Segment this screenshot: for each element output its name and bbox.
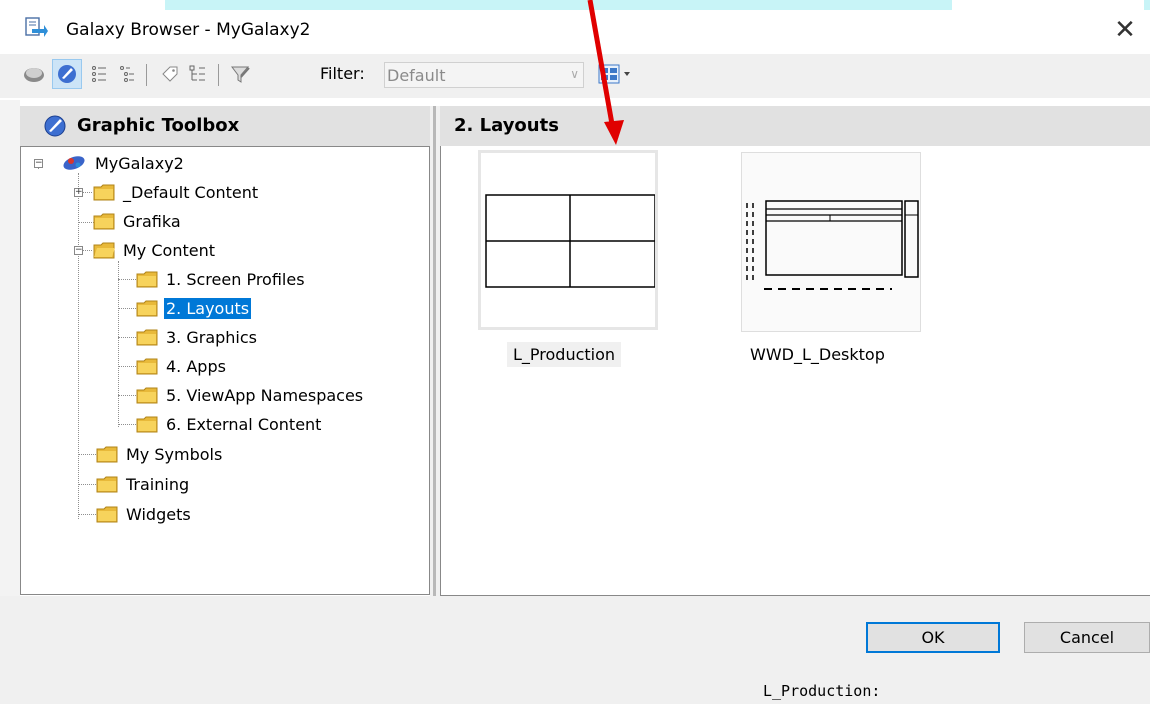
tree-item-label: 6. External Content: [166, 414, 322, 434]
filter-label: Filter:: [320, 64, 365, 83]
folder-icon: [93, 184, 115, 200]
detail-view-icon[interactable]: [116, 62, 140, 86]
layout-grid-icon: [485, 194, 656, 288]
tree-item-label: 1. Screen Profiles: [166, 269, 305, 289]
tree-connector: [78, 514, 96, 515]
galaxy-icon[interactable]: [22, 62, 46, 86]
tree-item-external-content[interactable]: 6. External Content: [136, 411, 323, 437]
galaxy-icon: [63, 156, 85, 170]
tree-item-label: Widgets: [126, 504, 191, 524]
folder-icon: [136, 271, 158, 287]
tree-item-mygalaxy2[interactable]: MyGalaxy2: [61, 150, 186, 176]
folder-icon: [136, 358, 158, 374]
tree-connector: [78, 173, 79, 519]
tree-connector: [78, 454, 96, 455]
filter-icon[interactable]: [228, 62, 252, 86]
folder-open-icon: [93, 242, 115, 258]
content-title: 2. Layouts: [454, 115, 559, 136]
tree-item-label: 3. Graphics: [166, 327, 258, 347]
folder-icon: [93, 213, 115, 229]
tree-item-my-content[interactable]: My Content: [93, 237, 217, 263]
toolbar: Filter: Default ∨: [0, 54, 1150, 98]
tree-connector: [118, 424, 136, 425]
layout-caption: WWD_L_Desktop: [750, 345, 885, 364]
galaxy-tree: − + − MyGalaxy2 _Default Content Grafika…: [20, 146, 430, 595]
tree-connector: [118, 337, 136, 338]
toolbar-separator: [146, 64, 147, 86]
title-bar: Galaxy Browser - MyGalaxy2 ✕: [0, 10, 1150, 52]
tree-item-layouts[interactable]: 2. Layouts: [136, 295, 252, 321]
content-view: L_Production WWD_L_Desktop: [440, 146, 1150, 596]
layout-thumbnail-l-production[interactable]: [478, 150, 658, 330]
background-band-right: [1144, 0, 1150, 10]
graphic-toolbox-icon: [44, 115, 66, 137]
folder-icon: [136, 329, 158, 345]
desktop-layout-icon: [746, 200, 919, 290]
folder-icon: [136, 416, 158, 432]
window-title: Galaxy Browser - MyGalaxy2: [66, 20, 311, 40]
tree-item-label: Training: [126, 474, 190, 494]
ok-button[interactable]: OK: [866, 622, 1000, 653]
tree-connector: [118, 261, 119, 427]
close-button[interactable]: ✕: [1108, 13, 1142, 47]
graphic-toolbox-title: Graphic Toolbox: [77, 115, 240, 136]
tree-connector: [118, 366, 136, 367]
tree-item-label: 5. ViewApp Namespaces: [166, 385, 364, 405]
galaxy-browser-app-icon: [25, 17, 48, 37]
tag-icon[interactable]: [158, 62, 182, 86]
panel-splitter[interactable]: [430, 106, 440, 596]
tree-item-training[interactable]: Training: [96, 471, 191, 497]
tree-item-graphics[interactable]: 3. Graphics: [136, 324, 259, 350]
tree-item-default-content[interactable]: _Default Content: [93, 179, 260, 205]
tree-connector: [118, 308, 136, 309]
folder-icon: [96, 476, 118, 492]
splitter-grip: [433, 106, 436, 596]
tree-connector: [78, 484, 96, 485]
cancel-button[interactable]: Cancel: [1024, 622, 1150, 653]
list-view-icon[interactable]: [88, 62, 112, 86]
close-icon: ✕: [1114, 15, 1136, 45]
tree-item-label: Grafika: [123, 211, 181, 231]
folder-icon: [96, 506, 118, 522]
folder-icon: [136, 387, 158, 403]
tree-item-apps[interactable]: 4. Apps: [136, 353, 228, 379]
collapse-toggle[interactable]: −: [74, 246, 83, 255]
layout-thumbnail-wwd-l-desktop[interactable]: [741, 152, 921, 332]
background-band: [165, 0, 952, 10]
tree-item-label: _Default Content: [123, 182, 259, 202]
graphic-toolbox-icon[interactable]: [52, 59, 82, 89]
tree-connector: [118, 279, 136, 280]
tree-item-label: 2. Layouts: [164, 297, 252, 319]
tree-connector: [118, 395, 136, 396]
tree-item-viewapp-namespaces[interactable]: 5. ViewApp Namespaces: [136, 382, 365, 408]
folder-icon: [96, 446, 118, 462]
expand-toggle[interactable]: +: [74, 188, 83, 197]
graphic-toolbox-header: Graphic Toolbox: [20, 106, 430, 146]
tree-item-label: MyGalaxy2: [95, 153, 184, 173]
view-options-icon[interactable]: [598, 62, 632, 86]
collapse-toggle[interactable]: −: [34, 159, 43, 168]
filter-dropdown[interactable]: Default ∨: [384, 62, 584, 88]
layout-caption: L_Production: [507, 342, 622, 367]
toolbar-separator: [218, 64, 219, 86]
filter-value: Default: [387, 66, 446, 85]
chevron-down-icon: ∨: [570, 67, 579, 81]
tree-item-screen-profiles[interactable]: 1. Screen Profiles: [136, 266, 307, 292]
tree-item-grafika[interactable]: Grafika: [93, 208, 183, 234]
folder-icon: [136, 300, 158, 316]
status-text: L_Production:: [763, 682, 881, 700]
tree-item-label: 4. Apps: [166, 356, 226, 376]
content-header: 2. Layouts: [440, 106, 1150, 146]
tree-item-widgets[interactable]: Widgets: [96, 501, 193, 527]
hierarchy-icon[interactable]: [186, 62, 210, 86]
tree-item-label: My Symbols: [126, 444, 223, 464]
tree-item-my-symbols[interactable]: My Symbols: [96, 441, 224, 467]
tree-item-label: My Content: [123, 240, 215, 260]
